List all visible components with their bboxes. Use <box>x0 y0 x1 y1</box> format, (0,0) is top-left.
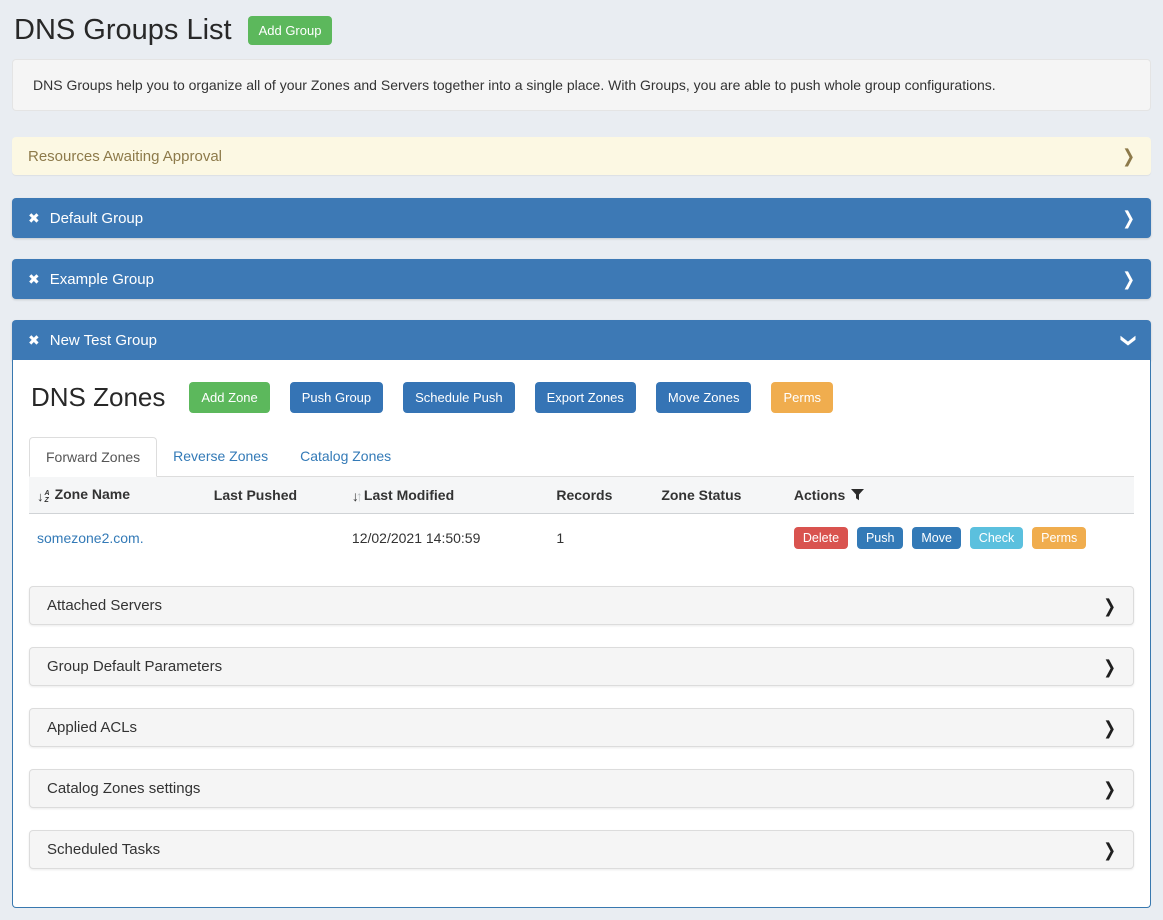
page-title: DNS Groups List <box>14 14 232 47</box>
chevron-right-icon: ❯ <box>1103 839 1116 861</box>
schedule-push-button[interactable]: Schedule Push <box>403 382 514 413</box>
panel-applied-acls[interactable]: Applied ACLs ❯ <box>29 708 1134 747</box>
zones-header: DNS Zones Add Zone Push Group Schedule P… <box>29 382 1134 413</box>
perms-button[interactable]: Perms <box>771 382 833 413</box>
chevron-down-icon: ❯ <box>1121 332 1136 347</box>
check-zone-button[interactable]: Check <box>970 527 1023 549</box>
remove-group-icon[interactable]: ✖ <box>28 333 40 347</box>
panel-scheduled-tasks[interactable]: Scheduled Tasks ❯ <box>29 830 1134 869</box>
remove-group-icon[interactable]: ✖ <box>28 272 40 286</box>
add-zone-button[interactable]: Add Zone <box>189 382 269 413</box>
panel-label: Catalog Zones settings <box>47 780 1103 797</box>
panel-group-default-parameters[interactable]: Group Default Parameters ❯ <box>29 647 1134 686</box>
page-header: DNS Groups List Add Group <box>14 14 1149 47</box>
group-name-label: Default Group <box>50 210 1123 227</box>
push-zone-button[interactable]: Push <box>857 527 904 549</box>
records-cell: 1 <box>548 514 653 565</box>
move-zones-button[interactable]: Move Zones <box>656 382 752 413</box>
group-body-new-test-group: DNS Zones Add Zone Push Group Schedule P… <box>12 360 1151 908</box>
last-pushed-cell <box>206 514 344 565</box>
column-header-actions: Actions <box>786 477 1134 514</box>
panel-label: Group Default Parameters <box>47 658 1103 675</box>
column-header-last-pushed: Last Pushed <box>206 477 344 514</box>
chevron-right-icon: ❯ <box>1103 595 1116 617</box>
intro-text: DNS Groups help you to organize all of y… <box>33 77 996 93</box>
panel-resources-label: Resources Awaiting Approval <box>28 148 1122 165</box>
column-header-zone-status: Zone Status <box>653 477 786 514</box>
chevron-right-icon: ❯ <box>1122 270 1135 288</box>
zones-table-header-row: ↓AZZone Name Last Pushed ↓↑Last Modified… <box>29 477 1134 514</box>
group-header-new-test-group[interactable]: ✖ New Test Group ❯ <box>12 320 1151 360</box>
column-header-records: Records <box>548 477 653 514</box>
panel-attached-servers[interactable]: Attached Servers ❯ <box>29 586 1134 625</box>
delete-zone-button[interactable]: Delete <box>794 527 848 549</box>
chevron-right-icon: ❯ <box>1103 717 1116 739</box>
zones-tabs: Forward Zones Reverse Zones Catalog Zone… <box>29 437 1134 477</box>
push-group-button[interactable]: Push Group <box>290 382 383 413</box>
tab-forward-zones[interactable]: Forward Zones <box>29 437 157 477</box>
zones-heading: DNS Zones <box>31 382 165 413</box>
sort-alpha-down-icon: ↓AZ <box>37 489 50 504</box>
zone-name-cell: somezone2.com. <box>29 514 206 565</box>
chevron-right-icon: ❯ <box>1103 656 1116 678</box>
column-header-last-modified[interactable]: ↓↑Last Modified <box>344 477 548 514</box>
zone-name-link[interactable]: somezone2.com. <box>37 530 144 546</box>
group-name-label: New Test Group <box>50 332 1123 349</box>
zone-status-cell <box>653 514 786 565</box>
chevron-right-icon: ❯ <box>1122 147 1135 165</box>
zones-table: ↓AZZone Name Last Pushed ↓↑Last Modified… <box>29 477 1134 564</box>
last-modified-cell: 12/02/2021 14:50:59 <box>344 514 548 565</box>
remove-group-icon[interactable]: ✖ <box>28 211 40 225</box>
zone-table-row: somezone2.com. 12/02/2021 14:50:59 1 Del… <box>29 514 1134 565</box>
column-header-zone-name[interactable]: ↓AZZone Name <box>29 477 206 514</box>
group-name-label: Example Group <box>50 271 1123 288</box>
panel-label: Applied ACLs <box>47 719 1103 736</box>
move-zone-button[interactable]: Move <box>912 527 961 549</box>
filter-icon[interactable] <box>851 488 864 501</box>
group-header-example-group[interactable]: ✖ Example Group ❯ <box>12 259 1151 299</box>
group-header-default-group[interactable]: ✖ Default Group ❯ <box>12 198 1151 238</box>
tab-catalog-zones[interactable]: Catalog Zones <box>284 437 407 477</box>
intro-well: DNS Groups help you to organize all of y… <box>12 59 1151 111</box>
dns-groups-page: DNS Groups List Add Group DNS Groups hel… <box>0 0 1163 920</box>
panel-resources-awaiting-approval[interactable]: Resources Awaiting Approval ❯ <box>12 137 1151 175</box>
chevron-right-icon: ❯ <box>1103 778 1116 800</box>
zone-perms-button[interactable]: Perms <box>1032 527 1086 549</box>
panel-label: Scheduled Tasks <box>47 841 1103 858</box>
sort-icon: ↓↑ <box>352 488 360 504</box>
panel-label: Attached Servers <box>47 597 1103 614</box>
export-zones-button[interactable]: Export Zones <box>535 382 636 413</box>
add-group-button[interactable]: Add Group <box>248 16 333 45</box>
panel-catalog-zones-settings[interactable]: Catalog Zones settings ❯ <box>29 769 1134 808</box>
actions-cell: Delete Push Move Check Perms <box>786 514 1134 565</box>
tab-reverse-zones[interactable]: Reverse Zones <box>157 437 284 477</box>
chevron-right-icon: ❯ <box>1122 209 1135 227</box>
